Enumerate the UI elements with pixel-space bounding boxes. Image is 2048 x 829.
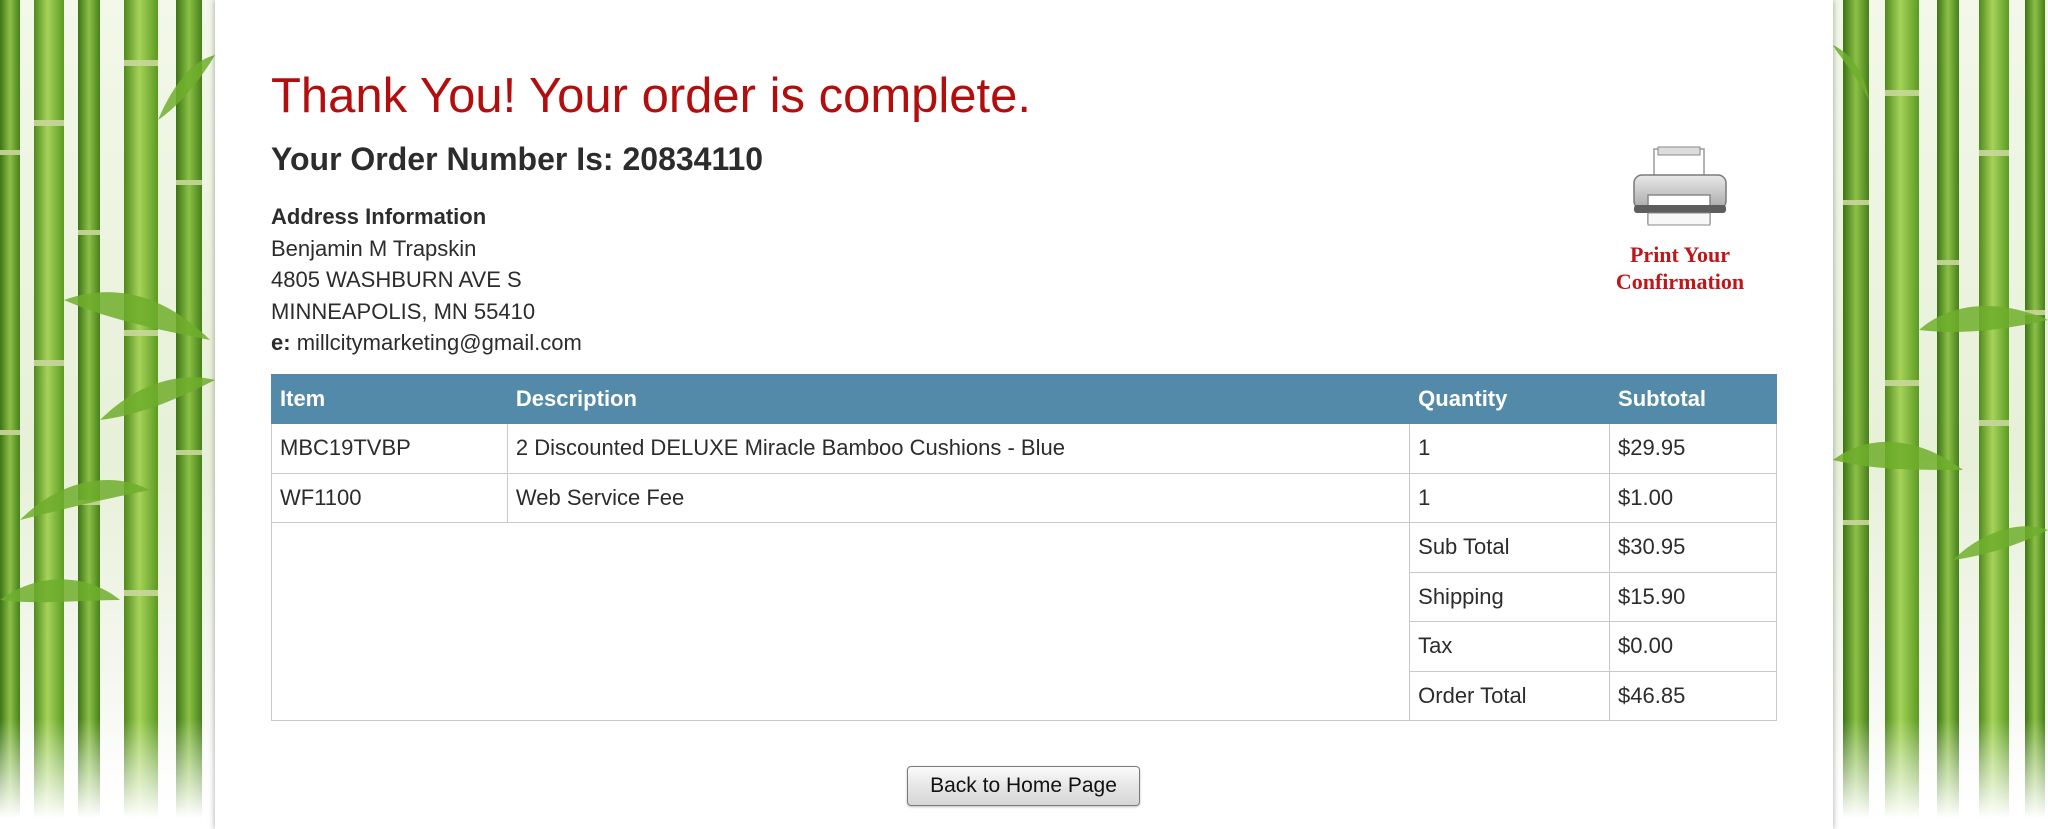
column-header-description: Description (506, 374, 1411, 424)
sub-total-label: Sub Total (1409, 522, 1611, 573)
street-address: 4805 WASHBURN AVE S (271, 267, 522, 292)
bamboo-decoration-right (1833, 0, 2048, 829)
city-state-zip: MINNEAPOLIS, MN 55410 (271, 298, 536, 324)
order-total-value: $46.85 (1609, 670, 1777, 721)
confirmation-heading: Thank You! Your order is complete. (271, 69, 1032, 123)
table-row: WF1100 Web Service Fee 1 $1.00 (271, 472, 1777, 523)
address-block: Address Information Benjamin M Trapskin … (271, 201, 582, 359)
table-header-row: Item Description Quantity Subtotal (271, 374, 1777, 424)
tax-value: $0.00 (1609, 621, 1777, 672)
column-header-quantity: Quantity (1409, 374, 1611, 424)
back-to-home-button[interactable]: Back to Home Page (907, 766, 1140, 806)
confirmation-panel: Thank You! Your order is complete. Your … (215, 0, 1833, 829)
shipping-label: Shipping (1409, 571, 1611, 622)
sub-total-value: $30.95 (1609, 522, 1777, 573)
totals-spacer (270, 522, 1411, 721)
print-confirmation-link[interactable]: Print Your Confirmation (1605, 145, 1755, 295)
table-row: MBC19TVBP 2 Discounted DELUXE Miracle Ba… (271, 423, 1777, 474)
sub-total-row: Sub Total $30.95 (270, 522, 1777, 721)
column-header-subtotal: Subtotal (1609, 374, 1777, 424)
order-total-label: Order Total (1409, 670, 1611, 721)
print-confirmation-label: Print Your Confirmation (1615, 242, 1745, 294)
item-quantity: 1 (1409, 423, 1611, 474)
bamboo-fade (1833, 719, 2048, 829)
email-label: e: (271, 330, 291, 355)
customer-name: Benjamin M Trapskin (271, 235, 477, 261)
item-description: Web Service Fee (506, 472, 1411, 523)
item-code: WF1100 (271, 472, 508, 523)
bamboo-stalks-left (0, 0, 215, 829)
item-subtotal: $29.95 (1609, 423, 1777, 474)
tax-label: Tax (1409, 621, 1611, 672)
address-heading: Address Information (271, 204, 487, 229)
email-address: millcitymarketing@gmail.com (296, 330, 582, 355)
printer-icon (1633, 146, 1727, 226)
bamboo-fade (0, 719, 215, 829)
item-quantity: 1 (1409, 472, 1611, 523)
item-subtotal: $1.00 (1609, 472, 1777, 523)
shipping-value: $15.90 (1609, 571, 1777, 622)
bamboo-stalks-right (1833, 0, 2048, 829)
bamboo-decoration-left (0, 0, 215, 829)
order-number: Your Order Number Is: 20834110 (271, 141, 764, 177)
email-line: e: millcitymarketing@gmail.com (271, 327, 582, 359)
item-code: MBC19TVBP (271, 423, 508, 474)
column-header-item: Item (271, 374, 508, 424)
item-description: 2 Discounted DELUXE Miracle Bamboo Cushi… (506, 423, 1411, 474)
order-items-table: Item Description Quantity Subtotal MBC19… (270, 374, 1777, 721)
